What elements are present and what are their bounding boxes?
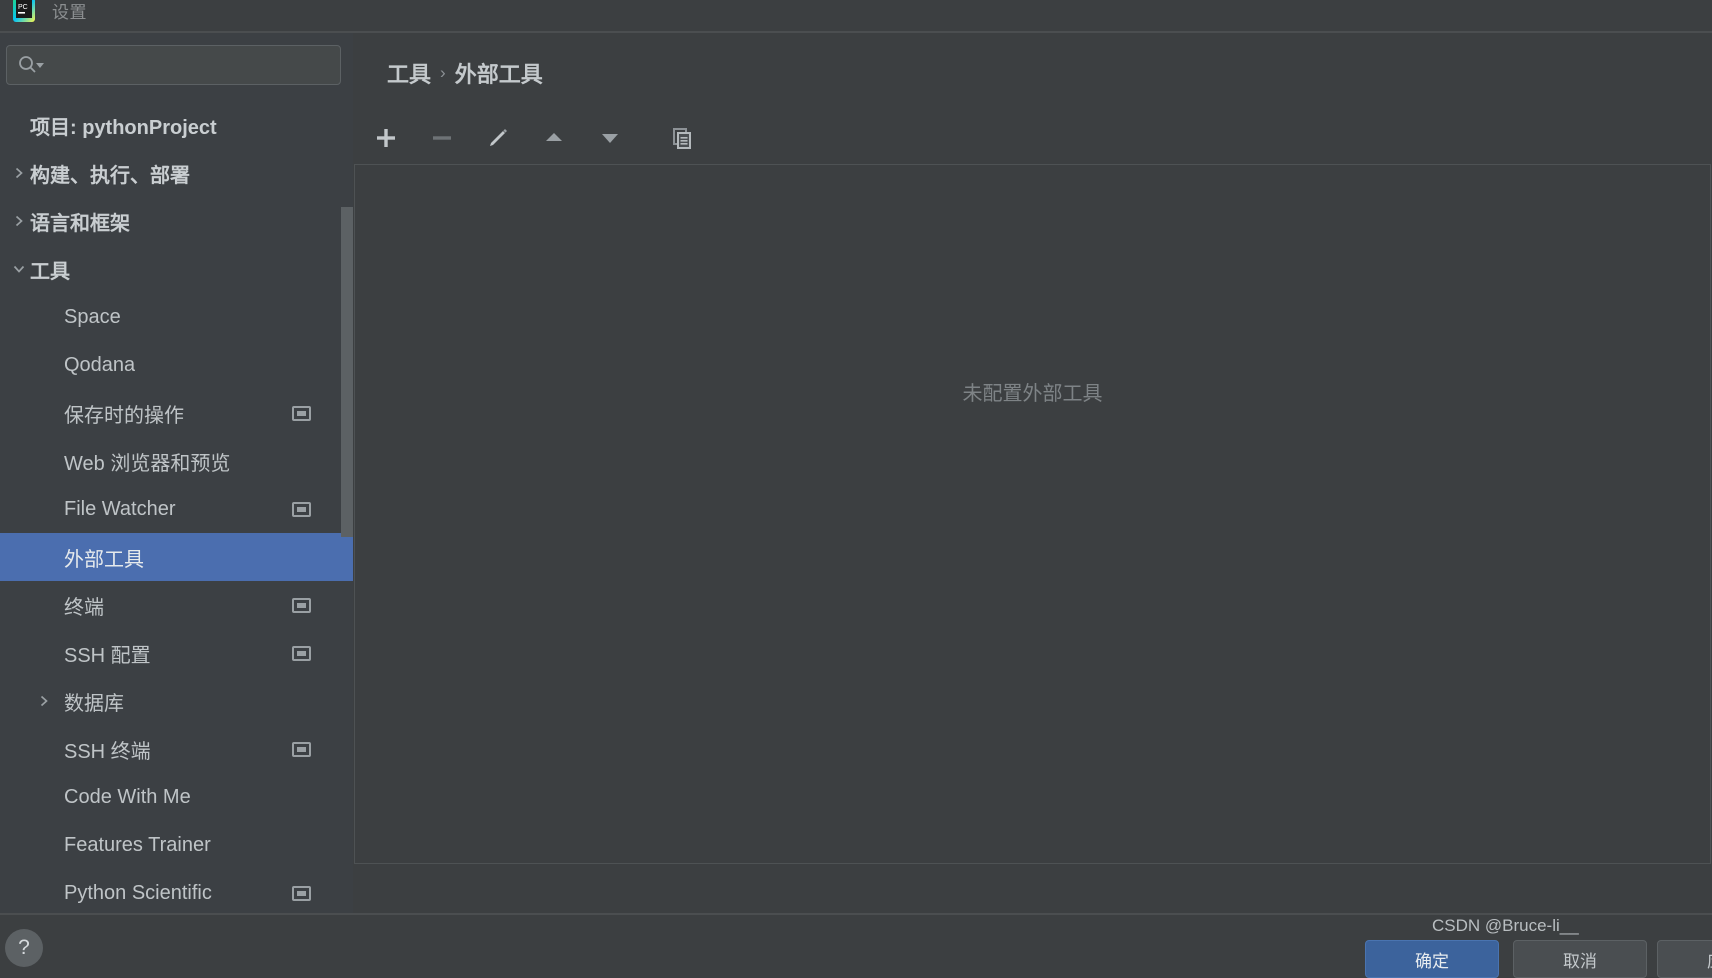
remove-button[interactable] [423, 119, 461, 157]
sidebar-item-ssh-terminal[interactable]: SSH 终端 [0, 725, 353, 773]
breadcrumb-parent[interactable]: 工具 [387, 57, 431, 89]
sidebar-item-label: 工具 [30, 260, 70, 283]
project-scope-badge-icon [292, 741, 311, 757]
search-input[interactable] [45, 55, 340, 75]
breadcrumb-separator-icon: › [440, 63, 446, 82]
sidebar-item-external-tools[interactable]: 外部工具 [0, 533, 353, 581]
sidebar-scrollbar[interactable] [341, 33, 353, 913]
sidebar-item-label: Space [64, 305, 121, 328]
sidebar-item-actions-on-save[interactable]: 保存时的操作 [0, 389, 353, 437]
copy-icon [673, 128, 691, 149]
tree-item-project[interactable]: 项目: pythonProject [0, 101, 353, 149]
settings-tree: 项目: pythonProject 构建、执行、部署 语言和框架 工具 Spac… [0, 101, 353, 913]
sidebar-item-build-exec-deploy[interactable]: 构建、执行、部署 [0, 149, 353, 197]
sidebar-item-languages-frameworks[interactable]: 语言和框架 [0, 197, 353, 245]
chevron-down-icon[interactable] [8, 262, 30, 276]
apply-button[interactable]: 应用 [1657, 940, 1712, 978]
sidebar-item-qodana[interactable]: Qodana [0, 341, 353, 389]
sidebar-item-code-with-me[interactable]: Code With Me [0, 773, 353, 821]
title-bar: PC 设置 [0, 0, 1712, 31]
sidebar-item-features-trainer[interactable]: Features Trainer [0, 821, 353, 869]
cancel-button[interactable]: 取消 [1513, 940, 1647, 978]
project-scope-badge-icon [292, 501, 311, 517]
sidebar-item-label: Web 浏览器和预览 [64, 452, 231, 475]
sidebar-item-python-scientific[interactable]: Python Scientific [0, 869, 353, 913]
chevron-right-icon[interactable] [8, 166, 30, 180]
sidebar-item-label: Python Scientific [64, 881, 212, 904]
project-scope-badge-icon [292, 405, 311, 421]
sidebar-item-label: Code With Me [64, 785, 191, 808]
external-tools-toolbar [354, 112, 1712, 164]
copy-button[interactable] [663, 119, 701, 157]
project-scope-badge-icon [292, 645, 311, 661]
project-label: 项目: pythonProject [30, 116, 217, 139]
sidebar-item-label: 构建、执行、部署 [30, 164, 190, 187]
minus-icon [433, 136, 451, 140]
search-area [0, 33, 353, 85]
sidebar-item-label: 保存时的操作 [64, 404, 184, 427]
search-box[interactable] [6, 45, 341, 85]
sidebar-item-space[interactable]: Space [0, 293, 353, 341]
sidebar-item-ssh-configurations[interactable]: SSH 配置 [0, 629, 353, 677]
sidebar-item-tools[interactable]: 工具 [0, 245, 353, 293]
sidebar-item-label: SSH 配置 [64, 644, 151, 667]
sidebar-item-label: File Watcher [64, 497, 176, 520]
move-up-button[interactable] [535, 119, 573, 157]
breadcrumb-current: 外部工具 [454, 62, 543, 87]
project-scope-badge-icon [292, 885, 311, 901]
settings-sidebar: 项目: pythonProject 构建、执行、部署 语言和框架 工具 Spac… [0, 33, 353, 913]
triangle-down-icon [602, 134, 618, 143]
move-down-button[interactable] [591, 119, 629, 157]
empty-state-message: 未配置外部工具 [962, 383, 1103, 405]
plus-icon [377, 129, 395, 147]
question-mark-icon[interactable]: ? [5, 929, 43, 967]
chevron-right-icon[interactable] [8, 214, 30, 228]
project-scope-badge-icon [292, 597, 311, 613]
sidebar-item-label: Qodana [64, 353, 136, 376]
add-button[interactable] [367, 119, 405, 157]
sidebar-scrollbar-thumb[interactable] [341, 207, 353, 537]
ok-button[interactable]: 确定 [1365, 940, 1499, 978]
sidebar-item-label: 终端 [64, 596, 104, 619]
settings-window: PC 设置 项目: pythonProject 构建、执行、部署 语言和框架 工… [0, 0, 1712, 978]
caret-down-icon[interactable] [35, 60, 45, 70]
sidebar-item-web-browsers-preview[interactable]: Web 浏览器和预览 [0, 437, 353, 485]
sidebar-item-label: SSH 终端 [64, 740, 151, 763]
sidebar-item-label: Features Trainer [64, 833, 211, 856]
pycharm-icon: PC [12, 0, 36, 22]
window-title: 设置 [52, 3, 87, 22]
sidebar-item-terminal[interactable]: 终端 [0, 581, 353, 629]
svg-text:PC: PC [18, 4, 28, 11]
watermark-text: CSDN @Bruce-li__ [1432, 916, 1579, 935]
pencil-icon [490, 129, 507, 146]
sidebar-item-database[interactable]: 数据库 [0, 677, 353, 725]
chevron-right-icon[interactable] [33, 694, 55, 708]
settings-content-panel: 工具 › 外部工具 未配置外部工具 [353, 33, 1712, 913]
edit-button[interactable] [479, 119, 517, 157]
sidebar-item-label: 语言和框架 [30, 212, 130, 235]
triangle-up-icon [546, 133, 562, 141]
sidebar-item-file-watcher[interactable]: File Watcher [0, 485, 353, 533]
breadcrumb: 工具 › 外部工具 [353, 33, 1712, 89]
sidebar-item-label: 外部工具 [64, 548, 144, 571]
sidebar-item-label: 数据库 [64, 692, 124, 715]
external-tools-list[interactable]: 未配置外部工具 [354, 164, 1711, 864]
